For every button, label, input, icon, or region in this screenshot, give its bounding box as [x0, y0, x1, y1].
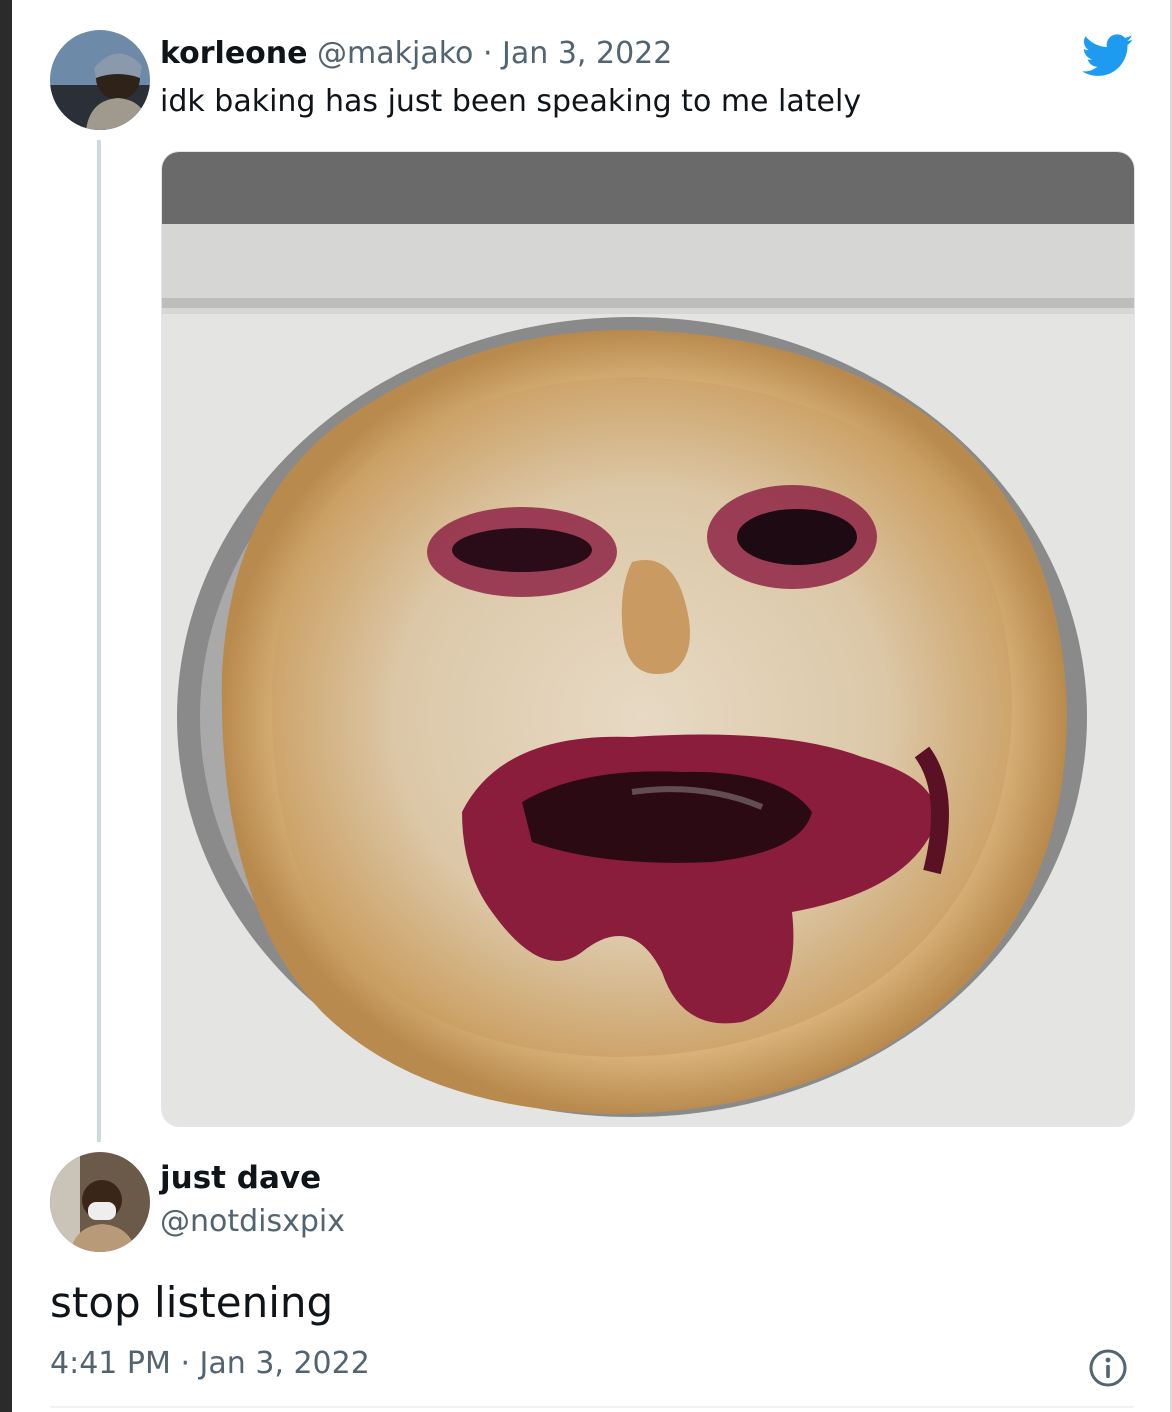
info-icon[interactable]	[1088, 1348, 1128, 1388]
bottom-divider	[50, 1406, 1134, 1408]
left-window-border	[0, 0, 12, 1412]
reply-date: Jan 3, 2022	[199, 1346, 370, 1381]
author-avatar[interactable]	[50, 30, 150, 130]
tweet-text: idk baking has just been speaking to me …	[160, 84, 862, 119]
twitter-bird-icon[interactable]	[1082, 34, 1134, 78]
author-name[interactable]: korleone	[160, 36, 308, 71]
tweet-photo[interactable]	[161, 151, 1135, 1127]
tweet-date[interactable]: Jan 3, 2022	[502, 36, 672, 71]
reply-author-avatar[interactable]	[50, 1152, 150, 1252]
reply-time: 4:41 PM	[50, 1346, 171, 1381]
author-handle[interactable]: @makjako	[317, 36, 473, 71]
timestamp-separator: ·	[180, 1346, 190, 1381]
header-separator: ·	[482, 36, 493, 71]
reply-author-handle[interactable]: @notdisxpix	[160, 1204, 345, 1239]
thread-connector-line	[97, 140, 101, 1142]
reply-text: stop listening	[50, 1278, 334, 1327]
tweet-header: korleone @makjako · Jan 3, 2022	[160, 36, 672, 71]
reply-timestamp[interactable]: 4:41 PM · Jan 3, 2022	[50, 1346, 370, 1381]
reply-author-name[interactable]: just dave	[160, 1160, 321, 1196]
